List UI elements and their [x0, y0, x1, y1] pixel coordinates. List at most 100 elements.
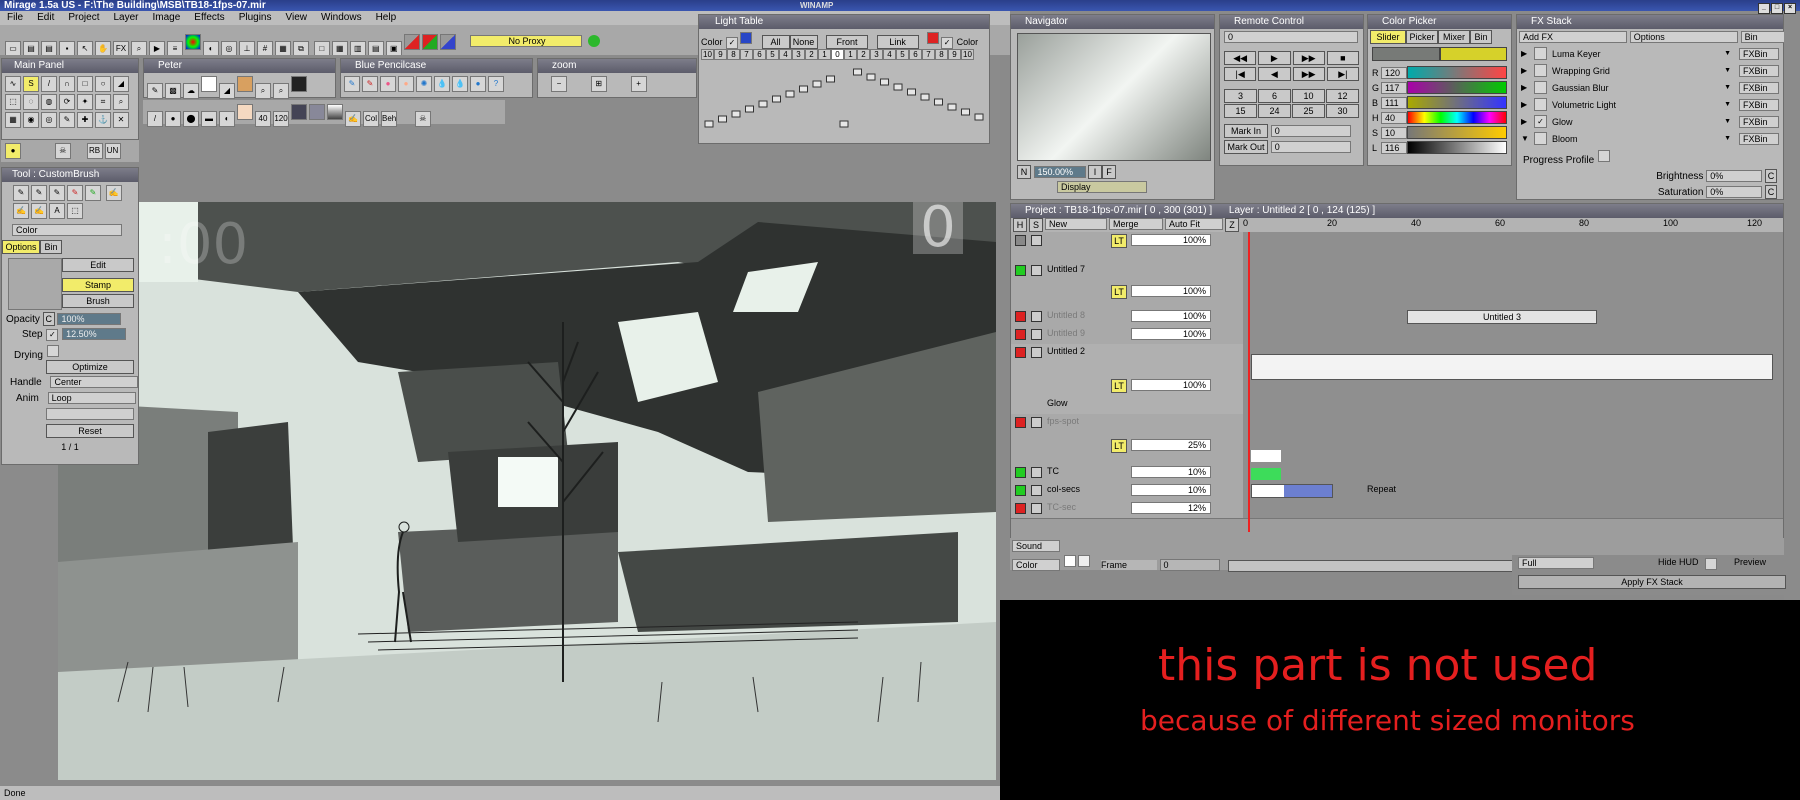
light-table-offset[interactable]: 8 [935, 49, 948, 60]
select-tool-icon[interactable]: ⬚ [67, 203, 83, 219]
grid-select-icon[interactable]: ▦ [5, 112, 21, 128]
light-table-offset[interactable]: 3 [870, 49, 883, 60]
layer-opacity-field[interactable]: 100% [1131, 285, 1211, 297]
clip-untitled-3[interactable]: Untitled 3 [1407, 310, 1597, 324]
light-table-offset[interactable]: 2 [805, 49, 818, 60]
clip-tc[interactable] [1251, 450, 1281, 462]
layer-name[interactable]: Untitled 8 [1047, 310, 1085, 320]
move-icon[interactable]: ✚ [77, 112, 93, 128]
fx-enable-check-icon[interactable] [1534, 81, 1547, 94]
size-40-icon[interactable]: 40 [255, 111, 271, 127]
edit-button[interactable]: Edit [62, 258, 134, 272]
nav-f-button[interactable]: F [1102, 165, 1117, 179]
fx-item[interactable]: ▶ Volumetric Light ▼ FXBin [1517, 96, 1783, 113]
layer-opacity-field[interactable]: 10% [1131, 484, 1211, 496]
light-table-offset[interactable]: 1 [844, 49, 857, 60]
dot-brush-icon[interactable]: ● [165, 111, 181, 127]
layer-row[interactable]: TC 10% [1011, 464, 1783, 483]
fps-preset-button[interactable]: 12 [1326, 89, 1359, 103]
thin-line-icon[interactable]: / [147, 111, 163, 127]
layer-opacity-field[interactable]: 100% [1131, 310, 1211, 322]
nav-zoom-field[interactable]: 150.00% [1033, 166, 1086, 178]
pink-brush-icon[interactable]: ● [380, 76, 396, 92]
visibility-icon[interactable] [1015, 467, 1026, 478]
expand-icon[interactable]: ▶ [1521, 100, 1533, 109]
light-table-slider-knob[interactable] [812, 80, 822, 88]
light-table-offset[interactable]: 9 [948, 49, 961, 60]
crop-icon[interactable]: ⌗ [95, 94, 111, 110]
layer-opacity-field[interactable]: 100% [1131, 379, 1211, 391]
zoom-tool-icon[interactable]: ⌕ [113, 94, 129, 110]
select-ellipse-icon[interactable]: ◍ [41, 94, 57, 110]
header-h[interactable]: H [1013, 218, 1027, 232]
progress-profile-check-icon[interactable] [1597, 150, 1610, 162]
play-forward-icon[interactable]: ▶ [1258, 51, 1291, 65]
light-table-blue-swatch-icon[interactable] [740, 32, 753, 44]
fx-enable-check-icon[interactable] [1534, 132, 1547, 145]
select-check-icon[interactable] [1031, 235, 1042, 246]
layer-opacity-field[interactable]: 12% [1131, 502, 1211, 514]
light-table-toggle[interactable]: LT [1111, 234, 1127, 248]
rb-icon[interactable]: RB [86, 143, 103, 159]
layer-name[interactable]: col-secs [1047, 484, 1080, 494]
light-table-offset[interactable]: 1 [818, 49, 831, 60]
light-table-offset[interactable]: 4 [779, 49, 792, 60]
chevron-down-icon[interactable]: ▼ [1724, 101, 1731, 108]
merge-select[interactable]: Merge [1109, 218, 1163, 230]
black-swatch-icon[interactable] [291, 76, 307, 92]
pencil2-icon[interactable]: ✎ [31, 185, 47, 201]
select-check-icon[interactable] [1031, 503, 1042, 514]
stamp-tool-icon[interactable]: ◉ [23, 112, 39, 128]
step-back-icon[interactable]: ◀ [1258, 67, 1291, 81]
light-table-slider-knob[interactable] [866, 73, 876, 81]
layer-row[interactable]: Untitled 9 100% [1011, 326, 1783, 345]
select-check-icon[interactable] [1031, 467, 1042, 478]
light-table-offset[interactable]: 10 [961, 49, 974, 60]
menu-view[interactable]: View [279, 11, 315, 25]
layer-timeline-track[interactable] [1243, 262, 1783, 308]
fps-preset-button[interactable]: 30 [1326, 104, 1359, 118]
saturation-field[interactable]: 0% [1706, 186, 1763, 198]
brush-button[interactable]: Brush [62, 294, 134, 308]
airbrush-icon[interactable]: ✍ [13, 203, 29, 219]
orange-swatch-icon[interactable] [237, 76, 253, 92]
menu-edit[interactable]: Edit [30, 11, 61, 25]
light-table-offset[interactable]: 6 [909, 49, 922, 60]
to-start-icon[interactable]: |◀ [1224, 67, 1257, 81]
add-fx-select[interactable]: Add FX [1519, 31, 1627, 43]
soft-brush-icon[interactable]: ◐ [219, 111, 235, 127]
zoom-plus-icon[interactable]: + [630, 76, 647, 92]
menu-windows[interactable]: Windows [314, 11, 369, 25]
color-select[interactable]: Color [1012, 559, 1060, 571]
light-table-link-button[interactable]: Link [876, 35, 919, 49]
nav-n-button[interactable]: N [1017, 165, 1031, 179]
mark-in-field[interactable]: 0 [1270, 125, 1351, 137]
autofit-select[interactable]: Auto Fit [1165, 218, 1223, 230]
fx-item[interactable]: ▼ Bloom ▼ FXBin [1517, 130, 1783, 147]
light-table-toggle[interactable]: LT [1111, 439, 1127, 453]
help-icon[interactable]: ? [488, 76, 504, 92]
mark-in-button[interactable]: Mark In [1224, 124, 1268, 138]
opacity-c-button[interactable]: C [42, 312, 55, 326]
visibility-icon[interactable] [1015, 235, 1026, 246]
light-table-slider-knob[interactable] [826, 75, 835, 83]
size-120-icon[interactable]: 120 [273, 111, 289, 127]
nav-i-button[interactable]: I [1088, 165, 1103, 179]
fill-tool-icon[interactable]: ◢ [113, 76, 129, 92]
brush-tool-icon[interactable]: S [23, 76, 39, 92]
layer-name[interactable]: Untitled 7 [1047, 264, 1085, 274]
light-table-slider-knob[interactable] [772, 95, 781, 103]
fx-bin-field[interactable]: FXBin [1739, 81, 1779, 94]
red-pen-icon[interactable]: ✎ [67, 185, 83, 201]
mark-out-button[interactable]: Mark Out [1224, 140, 1268, 154]
peach-brush-icon[interactable]: ● [398, 76, 414, 92]
big-dot-icon[interactable]: ⬤ [183, 111, 199, 127]
line-tool-icon[interactable]: ∿ [5, 76, 21, 92]
smudge-icon[interactable]: ◎ [41, 112, 57, 128]
saturation-c-button[interactable]: C [1765, 185, 1777, 199]
channel-slider[interactable] [1407, 111, 1507, 124]
light-table-slider-knob[interactable] [745, 105, 754, 113]
light-table-offset[interactable]: 5 [766, 49, 779, 60]
anim-slider[interactable] [46, 408, 134, 420]
expand-icon[interactable]: ▶ [1521, 117, 1533, 126]
